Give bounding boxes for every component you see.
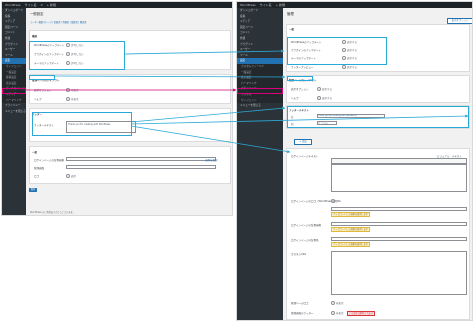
- comments-count[interactable]: 0: [41, 3, 43, 7]
- row-label: フッタープレビュー: [291, 66, 314, 69]
- row-radio[interactable]: 表示する: [317, 96, 332, 100]
- left-card-general: 一般 ログインページの背景画像 画像を選択 管理画面 ロゴ 表示: [29, 146, 231, 184]
- login-bg-input[interactable]: [66, 157, 216, 161]
- warning-tag: アップロードした画像を使用します: [331, 227, 370, 232]
- wordpress-logo-icon[interactable]: WordPress: [240, 3, 256, 7]
- highlight-box-layout: [29, 75, 55, 80]
- login-logo-input[interactable]: [331, 207, 467, 211]
- select-image-link[interactable]: 画像を選択: [205, 158, 218, 162]
- custom-css-textarea[interactable]: [331, 251, 467, 295]
- highlight-box-footer: [287, 106, 469, 128]
- editor-textarea[interactable]: [331, 164, 467, 192]
- row-label: ヘルプ: [34, 98, 42, 101]
- row-radio[interactable]: URL: [331, 199, 341, 203]
- highlight-box-layout: [287, 76, 313, 81]
- row-radio[interactable]: 表示する: [342, 65, 357, 69]
- highlight-box-updates: [29, 41, 125, 70]
- left-admin-bar: WordPress サイト名 0 + 新規: [2, 2, 232, 8]
- row-label: 表示オプション: [291, 88, 309, 91]
- row-label: 管理画面のフッター: [291, 312, 314, 315]
- row-label: カスタムCSS: [291, 253, 306, 256]
- left-sidebar: ダッシュボード 投稿 メディア 固定ページ コメント 外観 プラグイン ユーザー ツール 設定 ウィ…: [2, 8, 26, 215]
- highlight-box-updates: [287, 37, 387, 65]
- section-title: 権限: [32, 35, 38, 38]
- row-radio[interactable]: 非表示: [66, 88, 79, 92]
- row-radio[interactable]: 非表示: [66, 97, 79, 101]
- row-label: ログインページの背景画像: [34, 159, 64, 162]
- editor-title: ログインページテキスト: [291, 155, 319, 158]
- left-page-title: 一般設定: [30, 12, 44, 16]
- row-radio[interactable]: 非表示: [331, 301, 344, 305]
- wordpress-logo-icon[interactable]: WordPress: [5, 3, 21, 7]
- left-footer-text: WordPress のご利用ありがとうございます。: [30, 211, 75, 214]
- new-content-link[interactable]: + 新規: [276, 3, 285, 7]
- magenta-highlight-sidebar: [2, 88, 26, 94]
- right-page-title: 管理: [287, 12, 294, 16]
- site-name-link[interactable]: サイト名: [25, 3, 37, 7]
- left-subnav[interactable]: ユーザー権限グループ | 投稿者 | 寄稿者 | 編集者 | 購読者: [30, 20, 86, 24]
- right-card-layout: 管理ページのレイアウト 表示オプション 表示する ヘルプ 表示する: [286, 75, 470, 103]
- row-label: ロゴ: [34, 175, 40, 178]
- row-radio[interactable]: 非表示: [331, 311, 344, 315]
- warning-tag: アップロードした画像を使用します: [331, 212, 370, 217]
- highlight-box-footer: [32, 112, 132, 136]
- sidebar-item[interactable]: ダッシュボード: [2, 8, 26, 14]
- row-label: 管理バーのロゴ: [291, 302, 309, 305]
- admin-input[interactable]: [66, 165, 216, 169]
- add-button[interactable]: + 追加: [294, 139, 312, 145]
- login-bg-input[interactable]: [331, 222, 467, 226]
- login-bgcolor-input[interactable]: [331, 237, 467, 241]
- right-screenshot: WordPress サイト名 + 新規 ダッシュボード 投稿 メディア 固定ページ コメ…: [236, 1, 473, 321]
- row-label: 管理画面: [34, 167, 45, 170]
- row-label: ログインページの背景色: [291, 239, 319, 242]
- sidebar-item[interactable]: メニューを閉じる: [2, 109, 26, 115]
- error-tag: この設定は削除されます: [347, 311, 376, 316]
- left-card-layout: 管理ページのレイアウト 表示オプション 非表示 ヘルプ 非表示: [29, 74, 231, 104]
- warning-tag: アップロードした画像を使用します: [331, 242, 370, 247]
- section-title: 一般: [289, 28, 295, 31]
- new-content-link[interactable]: + 新規: [46, 3, 55, 7]
- right-card-login: ログインページテキスト ビジュアル テキスト ログインページのロゴ（WordPr…: [286, 148, 470, 320]
- row-radio[interactable]: 表示する: [317, 87, 332, 91]
- sidebar-item[interactable]: メニューを閉じる: [237, 103, 283, 109]
- magenta-highlight-sidebar: [237, 88, 283, 94]
- row-label: ログインページの背景画像: [291, 224, 321, 227]
- site-name-link[interactable]: サイト名: [260, 3, 272, 7]
- save-button[interactable]: 保存: [29, 188, 37, 192]
- right-sidebar: ダッシュボード 投稿 メディア 固定ページ コメント 外観 プラグイン ユーザー ツール 設定 カス…: [237, 8, 283, 320]
- row-label: 表示オプション: [34, 89, 52, 92]
- row-radio[interactable]: 表示: [66, 174, 76, 178]
- row-label: ヘルプ: [291, 97, 299, 100]
- section-title: 一般: [32, 151, 38, 154]
- left-screenshot: WordPress サイト名 0 + 新規 ダッシュボード 投稿 メディア 固定ページ…: [1, 1, 233, 216]
